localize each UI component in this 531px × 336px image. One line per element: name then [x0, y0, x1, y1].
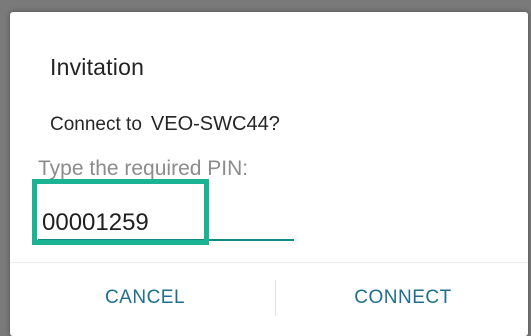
message-prefix: Connect to	[50, 114, 142, 135]
device-name: VEO-SWC44?	[150, 113, 280, 135]
connect-message: Connect to VEO-SWC44?	[50, 113, 280, 136]
button-separator	[275, 280, 276, 316]
pin-input[interactable]	[42, 208, 292, 238]
button-bar-divider	[10, 262, 528, 263]
pin-input-underline	[38, 239, 294, 241]
cancel-button[interactable]: CANCEL	[70, 276, 220, 320]
invitation-dialog: Invitation Connect to VEO-SWC44? Type the…	[10, 12, 528, 336]
connect-button[interactable]: CONNECT	[328, 276, 478, 320]
pin-label: Type the required PIN:	[38, 157, 249, 180]
dialog-title: Invitation	[50, 54, 145, 80]
